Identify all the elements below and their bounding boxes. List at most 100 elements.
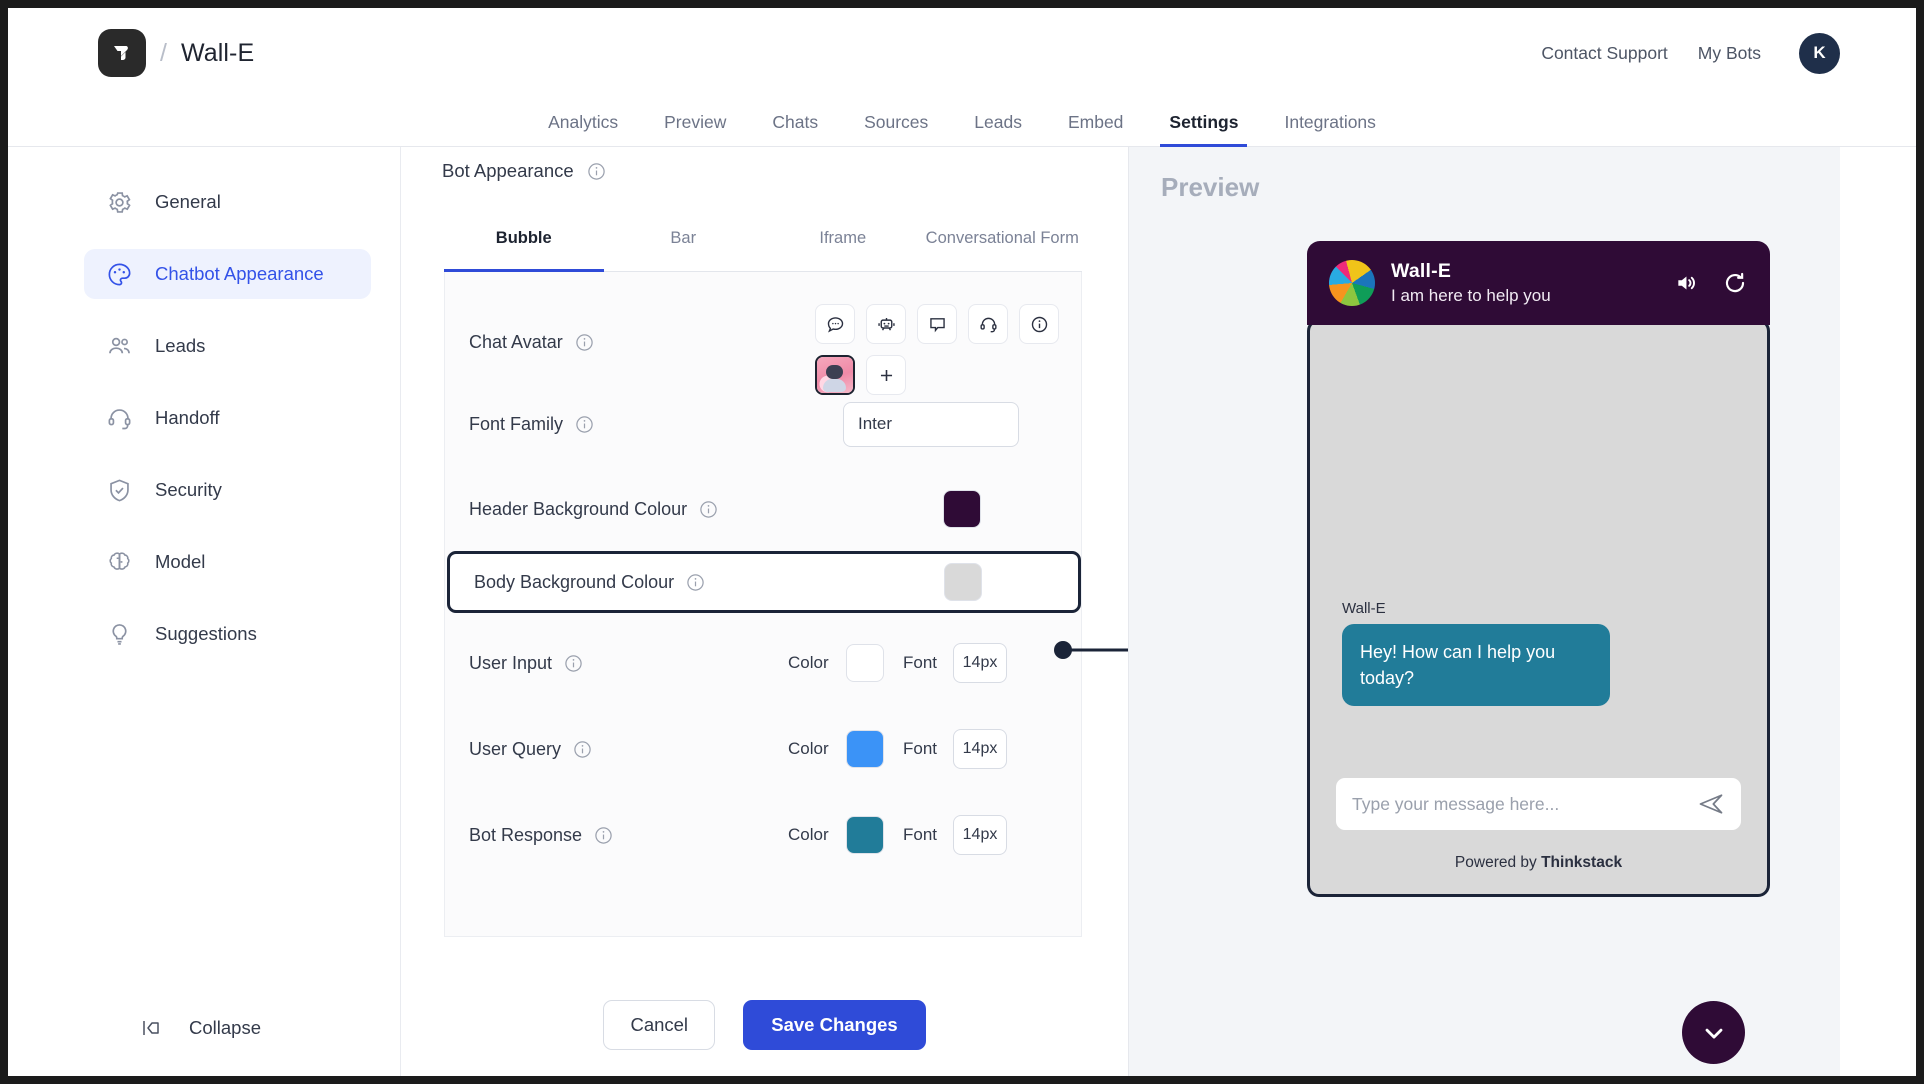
tab-bubble[interactable]: Bubble — [444, 209, 604, 272]
bot-response-label-group: Bot Response — [469, 825, 613, 846]
palette-icon — [108, 263, 131, 285]
speech-box-avatar-icon[interactable] — [917, 304, 957, 344]
robot-avatar-icon[interactable] — [866, 304, 906, 344]
section-title: Bot Appearance — [442, 160, 574, 181]
send-icon[interactable] — [1697, 790, 1725, 818]
info-icon[interactable] — [587, 162, 606, 181]
collapse-label: Collapse — [189, 1017, 261, 1038]
avatar-thumbnail — [817, 357, 853, 393]
header-bg-label-group: Header Background Colour — [469, 499, 718, 520]
tab-chats[interactable]: Chats — [749, 112, 841, 146]
info-icon[interactable] — [699, 500, 718, 519]
sidebar-item-security[interactable]: Security — [84, 465, 371, 515]
widget-toggle-button[interactable] — [1682, 1001, 1745, 1064]
body-background-colour-label: Body Background Colour — [474, 571, 675, 592]
refresh-icon[interactable] — [1722, 270, 1748, 296]
footer-brand: Thinkstack — [1541, 854, 1623, 871]
user-input-font-size[interactable]: 14px — [953, 643, 1007, 683]
tab-integrations[interactable]: Integrations — [1261, 112, 1398, 146]
bot-response-font-size[interactable]: 14px — [953, 815, 1007, 855]
add-avatar-button[interactable] — [866, 355, 906, 395]
sidebar-item-label: Security — [155, 479, 222, 500]
tab-sources[interactable]: Sources — [841, 112, 951, 146]
users-icon — [109, 337, 130, 353]
sidebar-item-label: Model — [155, 551, 206, 572]
info-icon[interactable] — [575, 415, 594, 434]
app-screen: / Wall-E Contact Support My Bots K Analy… — [8, 8, 1916, 1076]
sidebar-item-general[interactable]: General — [84, 177, 371, 227]
settings-sidebar: General Chatbot Appearance Leads Handoff… — [8, 147, 401, 1076]
chat-avatar-options — [815, 304, 1075, 395]
user-avatar[interactable]: K — [1799, 32, 1840, 74]
collapse-sidebar-button[interactable]: Collapse — [141, 1016, 261, 1040]
tab-settings[interactable]: Settings — [1146, 112, 1261, 147]
bot-response-color-label: Color — [788, 825, 829, 844]
user-input-label-group: User Input — [469, 653, 583, 674]
row-chat-avatar: Chat Avatar — [445, 296, 1083, 395]
header-background-colour-label: Header Background Colour — [469, 498, 688, 519]
pink-robot-avatar-image[interactable] — [815, 355, 855, 395]
sidebar-item-handoff[interactable]: Handoff — [84, 393, 371, 443]
my-bots-link[interactable]: My Bots — [1698, 43, 1761, 64]
footer-prefix: Powered by — [1454, 854, 1542, 871]
user-query-color-swatch[interactable] — [846, 730, 884, 768]
form-actions: Cancel Save Changes — [402, 1000, 1127, 1050]
widget-body: Wall-E Hey! How can I help you today? Ty… — [1307, 319, 1770, 897]
sidebar-item-label: Handoff — [155, 407, 220, 428]
save-changes-button[interactable]: Save Changes — [743, 1000, 926, 1050]
sidebar-item-chatbot-appearance[interactable]: Chatbot Appearance — [84, 249, 371, 299]
font-family-input[interactable] — [843, 401, 1019, 447]
header-background-colour-swatch[interactable] — [943, 490, 981, 528]
thinkstack-logo-icon[interactable] — [98, 29, 146, 77]
user-query-label: User Query — [469, 738, 562, 759]
info-icon[interactable] — [686, 573, 705, 592]
headset-icon — [108, 408, 131, 429]
sidebar-items: General Chatbot Appearance Leads Handoff… — [8, 177, 401, 681]
body-background-colour-swatch[interactable] — [944, 563, 982, 601]
cancel-button[interactable]: Cancel — [603, 1000, 716, 1050]
sidebar-item-leads[interactable]: Leads — [84, 321, 371, 371]
row-bot-response: Bot Response Color Font 14px — [445, 813, 1083, 857]
info-avatar-icon[interactable] — [1019, 304, 1059, 344]
user-query-label-group: User Query — [469, 739, 592, 760]
message-bubble: Hey! How can I help you today? — [1342, 624, 1610, 707]
sidebar-item-suggestions[interactable]: Suggestions — [84, 609, 371, 659]
widget-message-input[interactable]: Type your message here... — [1336, 778, 1741, 830]
preview-title: Preview — [1161, 172, 1260, 202]
contact-support-link[interactable]: Contact Support — [1541, 43, 1667, 64]
chat-bubble-avatar-icon[interactable] — [815, 304, 855, 344]
tab-bar[interactable]: Bar — [604, 209, 764, 271]
chat-avatar-label: Chat Avatar — [469, 331, 563, 352]
sidebar-item-label: Chatbot Appearance — [155, 263, 324, 284]
user-input-color-swatch[interactable] — [846, 644, 884, 682]
appearance-form-card: Chat Avatar Font Family Inter Header Bac… — [444, 272, 1082, 937]
row-header-background-colour: Header Background Colour — [445, 487, 1083, 531]
bot-response-label: Bot Response — [469, 824, 583, 845]
tab-analytics[interactable]: Analytics — [525, 112, 641, 146]
row-body-background-colour[interactable]: Body Background Colour — [447, 551, 1081, 613]
info-icon[interactable] — [564, 654, 583, 673]
headset-avatar-icon[interactable] — [968, 304, 1008, 344]
tab-leads[interactable]: Leads — [951, 112, 1045, 146]
user-input-color-label: Color — [788, 653, 829, 672]
tab-preview[interactable]: Preview — [641, 112, 749, 146]
sidebar-item-model[interactable]: Model — [84, 537, 371, 587]
speaker-icon[interactable] — [1674, 270, 1700, 296]
bot-response-color-swatch[interactable] — [846, 816, 884, 854]
main-nav-tabs: Analytics Preview Chats Sources Leads Em… — [8, 98, 1916, 147]
tab-iframe[interactable]: Iframe — [763, 209, 923, 271]
info-icon[interactable] — [594, 826, 613, 845]
user-query-font-label: Font — [903, 739, 938, 758]
bot-response-font-label: Font — [903, 825, 938, 844]
body-bg-label-group: Body Background Colour — [474, 572, 705, 593]
info-icon[interactable] — [573, 740, 592, 759]
section-header: Bot Appearance — [442, 160, 606, 182]
pinwheel-logo-icon — [1329, 260, 1375, 306]
lightbulb-icon — [112, 623, 127, 645]
tab-conversational-form[interactable]: Conversational Form — [923, 209, 1083, 271]
top-bar: / Wall-E Contact Support My Bots K — [8, 8, 1916, 98]
info-icon[interactable] — [575, 333, 594, 352]
tab-embed[interactable]: Embed — [1045, 112, 1146, 146]
sidebar-item-label: Suggestions — [155, 623, 257, 644]
user-query-font-size[interactable]: 14px — [953, 729, 1007, 769]
